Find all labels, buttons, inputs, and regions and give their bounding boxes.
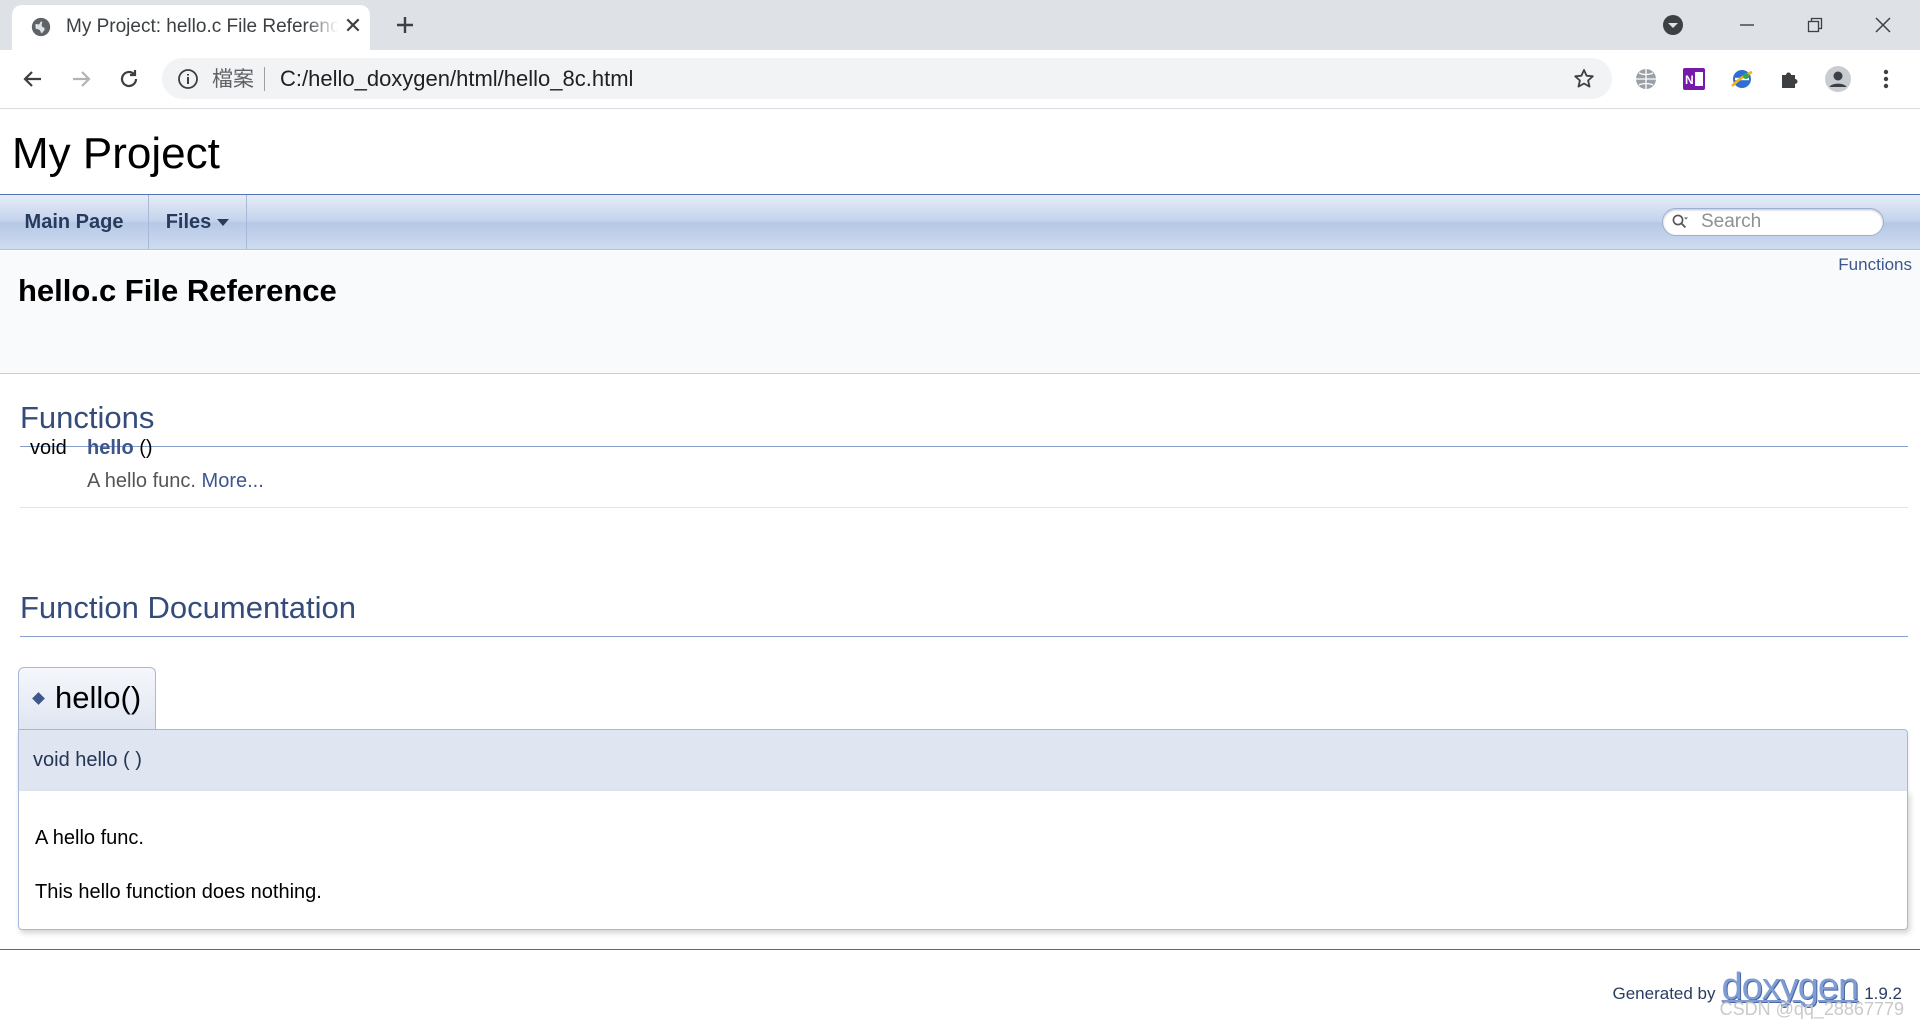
- tab-strip: My Project: hello.c File Reference ✕: [0, 0, 1920, 50]
- more-link[interactable]: More...: [202, 470, 264, 492]
- tab-close-icon[interactable]: ✕: [342, 16, 364, 38]
- diamond-bullet-icon: [32, 692, 45, 705]
- function-documentation-header: Function Documentation: [20, 590, 357, 625]
- search-icon[interactable]: [1671, 213, 1689, 231]
- member-separator: [20, 507, 1908, 508]
- memtitle-hello: hello(): [18, 667, 156, 730]
- member-return-type: void: [30, 437, 67, 459]
- close-window-icon[interactable]: [1866, 8, 1900, 42]
- functions-group-header: Functions: [20, 400, 155, 435]
- doc-detail: This hello function does nothing.: [35, 881, 322, 903]
- onenote-icon[interactable]: N: [1677, 62, 1711, 96]
- file-scheme-label: 檔案: [212, 67, 254, 91]
- reload-icon[interactable]: [112, 62, 146, 96]
- member-args: (): [133, 437, 153, 459]
- globe-icon: [31, 17, 51, 37]
- url-text[interactable]: C:/hello_doxygen/html/hello_8c.html: [280, 66, 633, 92]
- forward-arrow-icon[interactable]: [64, 62, 98, 96]
- address-separator: [264, 67, 265, 91]
- minimize-icon[interactable]: [1730, 8, 1764, 42]
- doxygen-page: My Project Main Page Files Functions hel…: [0, 109, 1920, 1034]
- function-prototype: void hello ( ): [18, 729, 1908, 792]
- search-input[interactable]: [1701, 209, 1871, 235]
- menu-kebab-icon[interactable]: [1869, 62, 1903, 96]
- functions-header-rule: [20, 446, 1908, 447]
- project-title: My Project: [12, 129, 220, 178]
- tab-title: My Project: hello.c File Reference: [66, 16, 338, 37]
- footer-rule: [0, 949, 1920, 950]
- function-doc-body: A hello func. This hello function does n…: [18, 791, 1908, 930]
- function-documentation-rule: [20, 636, 1908, 637]
- page-title: hello.c File Reference: [18, 273, 337, 308]
- search-box[interactable]: [1662, 208, 1884, 236]
- address-bar[interactable]: 檔案 C:/hello_doxygen/html/hello_8c.html: [162, 58, 1612, 99]
- site-info-icon[interactable]: [176, 67, 200, 91]
- puzzle-extensions-icon[interactable]: [1773, 62, 1807, 96]
- memtitle-text: hello(): [55, 680, 142, 715]
- tab-search-icon[interactable]: [1656, 8, 1690, 42]
- nav-main-page[interactable]: Main Page: [0, 195, 149, 249]
- generated-by-text: Generated by: [1612, 984, 1716, 1003]
- browser-tab[interactable]: My Project: hello.c File Reference ✕: [12, 5, 370, 50]
- svg-text:N: N: [1685, 73, 1694, 87]
- member-declaration: hello (): [87, 437, 153, 460]
- new-tab-plus-icon[interactable]: [392, 12, 418, 38]
- file-header: [0, 251, 1920, 374]
- member-hello-link[interactable]: hello: [87, 437, 134, 459]
- globe-extension-icon[interactable]: [1629, 62, 1663, 96]
- prototype-text: void hello ( ): [33, 749, 142, 771]
- member-brief: A hello func. More...: [87, 470, 264, 493]
- restore-icon[interactable]: [1798, 8, 1832, 42]
- nav-files-label: Files: [165, 211, 212, 233]
- back-arrow-icon[interactable]: [16, 62, 50, 96]
- bookmark-star-icon[interactable]: [1572, 67, 1596, 91]
- watermark: CSDN @qq_28867779: [1719, 999, 1904, 1019]
- ie-tab-icon[interactable]: [1725, 62, 1759, 96]
- nav-main-page-label: Main Page: [24, 211, 124, 233]
- chevron-down-icon: [217, 219, 230, 227]
- summary-functions-link[interactable]: Functions: [1838, 255, 1912, 275]
- doxygen-navbar: Main Page Files: [0, 195, 1920, 250]
- doc-brief: A hello func.: [35, 827, 144, 849]
- profile-icon[interactable]: [1821, 62, 1855, 96]
- nav-files[interactable]: Files: [149, 195, 247, 249]
- member-brief-text: A hello func.: [87, 470, 202, 492]
